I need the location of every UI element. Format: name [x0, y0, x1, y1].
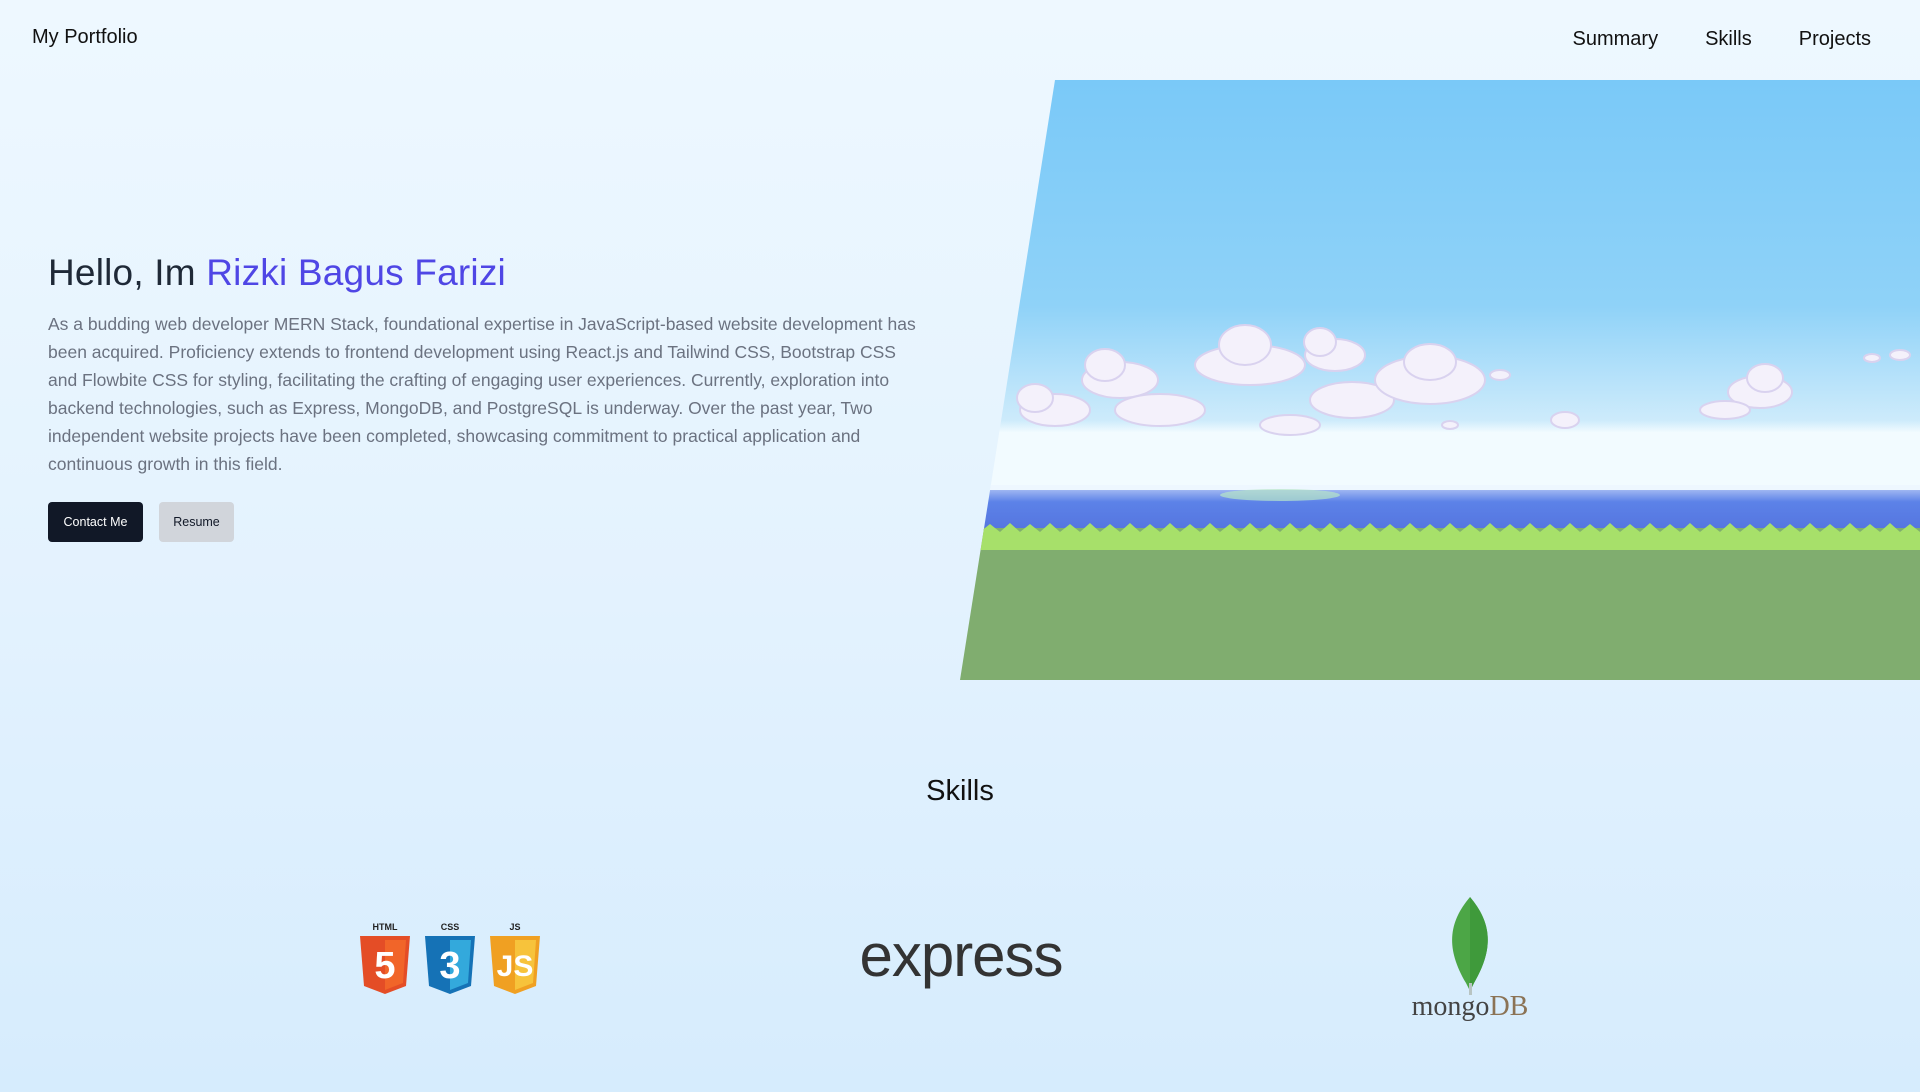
svg-text:mongoDB: mongoDB	[1412, 991, 1529, 1022]
js-badge-label: JS	[509, 922, 520, 932]
nav-summary[interactable]: Summary	[1573, 28, 1659, 51]
mongodb-logo: mongoDB	[1412, 897, 1529, 1022]
svg-text:JS: JS	[497, 950, 534, 983]
html-badge-label: HTML	[373, 922, 398, 932]
top-nav: Summary Skills Projects	[1573, 28, 1872, 51]
brand-logo[interactable]: My Portfolio	[32, 26, 138, 49]
svg-text:5: 5	[374, 945, 395, 987]
hero-buttons: Contact Me Resume	[48, 502, 918, 542]
hero-description: As a budding web developer MERN Stack, f…	[48, 314, 916, 474]
express-logo-text: express	[859, 928, 1062, 989]
mongodb-text-mongo: mongo	[1412, 991, 1490, 1022]
mongodb-text-db: DB	[1489, 991, 1528, 1022]
hero-name: Rizki Bagus Farizi	[206, 252, 506, 293]
html-css-js-logo: HTML CSS JS 5 3 JS	[360, 922, 540, 994]
html5-icon: 5	[360, 936, 410, 994]
skills-heading: Skills	[926, 775, 994, 807]
mongodb-leaf-icon	[1452, 897, 1488, 995]
express-logo: express	[859, 928, 1063, 989]
javascript-icon: JS	[490, 936, 540, 994]
hero-section: Hello, Im Rizki Bagus Farizi As a buddin…	[48, 252, 918, 542]
nav-skills[interactable]: Skills	[1705, 28, 1752, 51]
hero-greeting: Hello, Im	[48, 252, 207, 293]
css3-icon: 3	[425, 936, 475, 994]
svg-text:3: 3	[439, 945, 460, 987]
hero-landscape-image	[960, 80, 1920, 680]
resume-button[interactable]: Resume	[159, 502, 234, 542]
nav-projects[interactable]: Projects	[1799, 28, 1871, 51]
css-badge-label: CSS	[441, 922, 460, 932]
hero-title: Hello, Im Rizki Bagus Farizi	[48, 252, 918, 294]
contact-me-button[interactable]: Contact Me	[48, 502, 143, 542]
